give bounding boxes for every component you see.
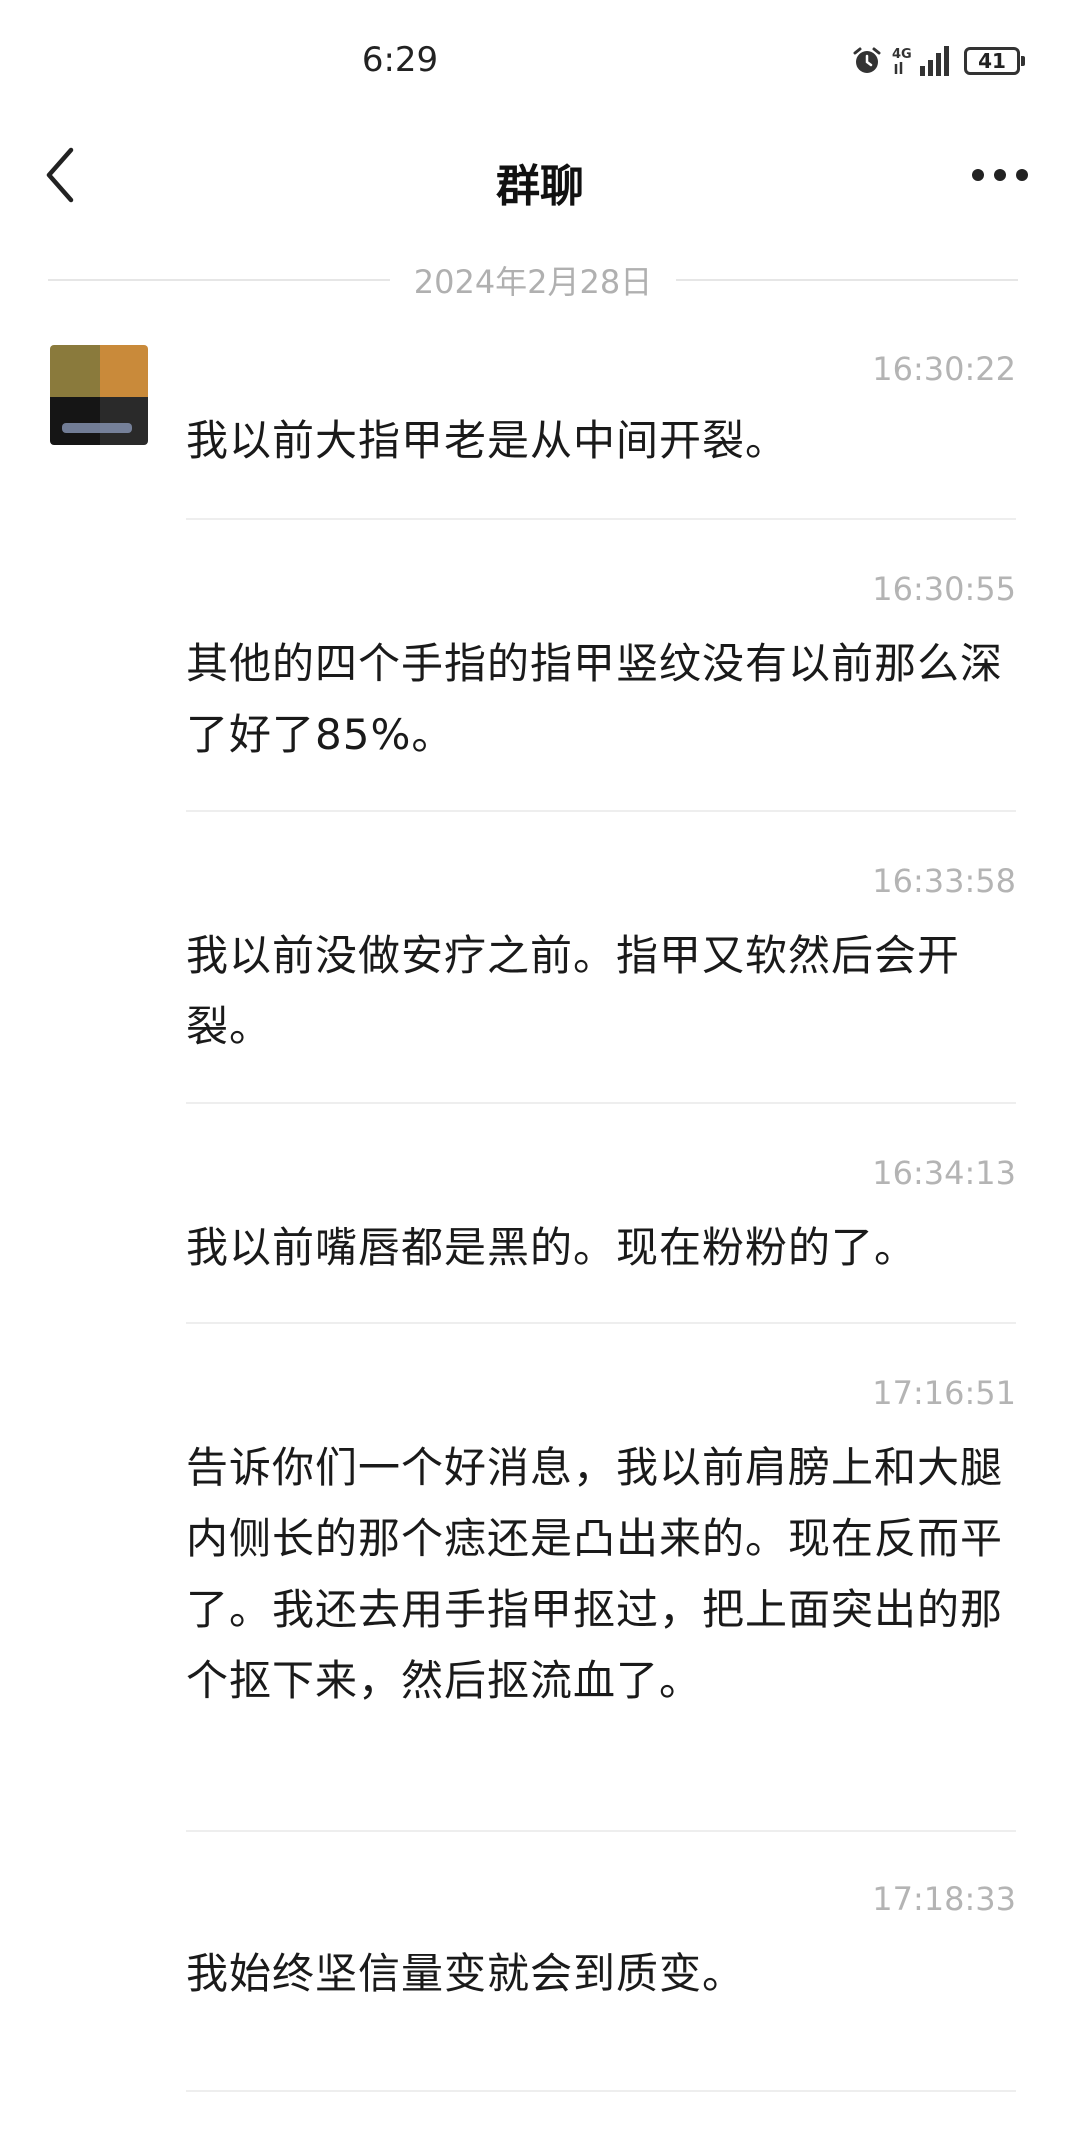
message-time: 16:30:22 <box>872 350 1016 388</box>
date-divider: 2024年2月28日 <box>48 255 1018 305</box>
message-time: 17:18:33 <box>872 1880 1016 1918</box>
message-text: 我以前大指甲老是从中间开裂。 <box>186 416 789 465</box>
status-bar: 6:29 4G 41 <box>0 0 1080 120</box>
message-time: 16:30:55 <box>872 570 1016 608</box>
avatar[interactable] <box>50 345 148 445</box>
message-time: 17:16:51 <box>872 1374 1016 1412</box>
message-time: 16:33:58 <box>872 862 1016 900</box>
battery-level: 41 <box>978 49 1006 73</box>
battery-icon: 41 <box>964 47 1025 75</box>
divider-line <box>48 279 390 281</box>
message-text: 其他的四个手指的指甲竖纹没有以前那么深了好了85%。 <box>186 639 1004 759</box>
divider-line <box>676 279 1018 281</box>
message-text: 我以前没做安疗之前。指甲又软然后会开裂。 <box>186 931 961 1051</box>
message-divider <box>186 1322 1016 1324</box>
more-dots-icon <box>972 169 1028 181</box>
signal-icon: 4G <box>892 46 949 76</box>
chat-header: 群聊 <box>0 120 1080 230</box>
message-text: 我始终坚信量变就会到质变。 <box>186 1949 746 1998</box>
date-label: 2024年2月28日 <box>413 263 653 301</box>
message-divider <box>186 2090 1016 2092</box>
message-divider <box>186 810 1016 812</box>
message-divider <box>186 1102 1016 1104</box>
message-divider <box>186 1830 1016 1832</box>
status-time: 6:29 <box>361 40 439 80</box>
message-time: 16:34:13 <box>872 1154 1016 1192</box>
status-icons: 4G 41 <box>852 44 1025 78</box>
more-button[interactable] <box>960 150 1040 200</box>
message-divider <box>186 518 1016 520</box>
message-text: 我以前嘴唇都是黑的。现在粉粉的了。 <box>186 1223 918 1272</box>
alarm-icon <box>853 47 881 73</box>
message-text: 告诉你们一个好消息，我以前肩膀上和大腿内侧长的那个痣还是凸出来的。现在反而平了。… <box>186 1443 1004 1705</box>
network-label: 4G <box>892 47 912 62</box>
page-title: 群聊 <box>496 161 584 212</box>
